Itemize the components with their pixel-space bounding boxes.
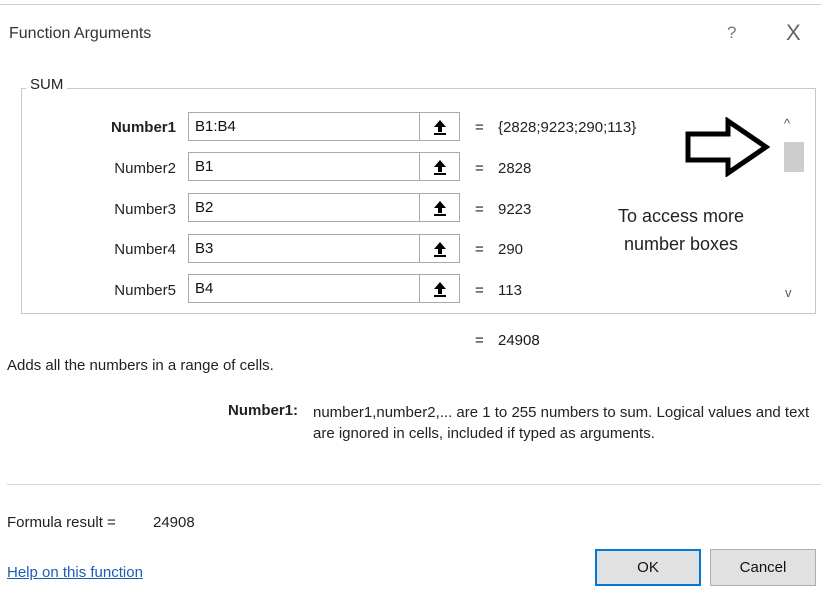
collapse-dialog-button[interactable] (420, 274, 460, 303)
close-icon[interactable]: X (786, 20, 801, 46)
function-description: Adds all the numbers in a range of cells… (7, 357, 274, 374)
scroll-thumb[interactable] (784, 142, 804, 172)
argument-label: Number1 (110, 119, 176, 136)
arguments-scrollbar[interactable] (782, 110, 806, 305)
argument-label: Number4 (114, 241, 176, 258)
argument-input[interactable]: B3 (188, 234, 420, 263)
function-name-label: SUM (26, 76, 68, 93)
upload-arrow-icon (434, 282, 446, 297)
help-on-function-link[interactable]: Help on this function (7, 564, 143, 581)
formula-result-label: Formula result = (7, 514, 116, 531)
right-arrow-outline-icon (685, 117, 770, 177)
argument-label: Number3 (114, 201, 176, 218)
upload-arrow-icon (434, 201, 446, 216)
argument-input[interactable]: B1:B4 (188, 112, 420, 141)
argument-label: Number2 (114, 160, 176, 177)
argument-input[interactable]: B1 (188, 152, 420, 181)
equals-sign: = (475, 241, 484, 258)
collapse-dialog-button[interactable] (420, 112, 460, 141)
help-icon[interactable]: ? (727, 23, 736, 43)
upload-arrow-icon (434, 160, 446, 175)
dialog-title: Function Arguments (9, 25, 152, 42)
argument-result: 9223 (498, 201, 532, 218)
annotation-line: To access more (617, 206, 745, 226)
equals-sign: = (475, 160, 484, 177)
divider (7, 484, 821, 485)
argument-label: Number5 (114, 282, 176, 299)
collapse-dialog-button[interactable] (420, 234, 460, 263)
collapse-dialog-button[interactable] (420, 193, 460, 222)
function-arguments-dialog: Function Arguments ? X SUM Number1 B1:B4… (0, 0, 821, 595)
collapse-dialog-button[interactable] (420, 152, 460, 181)
upload-arrow-icon (434, 242, 446, 257)
argument-input[interactable]: B2 (188, 193, 420, 222)
window-top-border (0, 4, 821, 5)
equals-sign: = (475, 332, 484, 349)
argument-input[interactable]: B4 (188, 274, 420, 303)
formula-result-value: 24908 (153, 514, 195, 531)
scroll-up-icon[interactable]: ^ (784, 116, 790, 131)
argument-help-label: Number1: (228, 402, 299, 419)
argument-result: 113 (498, 282, 522, 299)
function-result: 24908 (498, 332, 540, 349)
argument-result: 2828 (498, 160, 532, 177)
scroll-down-icon[interactable]: v (785, 285, 792, 300)
annotation-text: To access more number boxes (596, 202, 766, 258)
argument-result: 290 (498, 241, 524, 258)
ok-button[interactable]: OK (595, 549, 701, 586)
argument-result: {2828;9223;290;113} (498, 119, 637, 136)
annotation-line: number boxes (623, 234, 739, 254)
equals-sign: = (475, 119, 484, 136)
cancel-button[interactable]: Cancel (710, 549, 816, 586)
upload-arrow-icon (434, 120, 446, 135)
equals-sign: = (475, 201, 484, 218)
equals-sign: = (475, 282, 484, 299)
argument-help-text: number1,number2,... are 1 to 255 numbers… (313, 404, 810, 442)
